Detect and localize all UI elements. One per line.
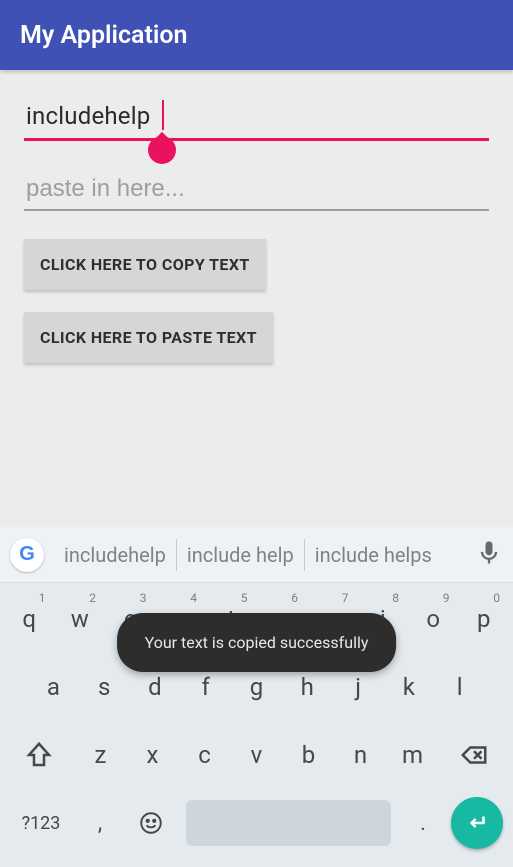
target-underline [24, 209, 489, 211]
target-field[interactable] [24, 169, 489, 211]
paste-button[interactable]: CLICK HERE TO PASTE TEXT [24, 312, 273, 363]
content-area: includehelp CLICK HERE TO COPY TEXT CLIC… [0, 70, 513, 363]
period-key[interactable]: . [403, 795, 443, 851]
symbols-key[interactable]: ?123 [10, 795, 72, 851]
key-x[interactable]: x [129, 727, 175, 783]
text-caret [162, 100, 164, 130]
key-c[interactable]: c [181, 727, 227, 783]
emoji-key[interactable] [128, 795, 174, 851]
key-k[interactable]: k [386, 659, 431, 715]
key-m[interactable]: m [390, 727, 436, 783]
suggestion-list: includehelp include help include helps [54, 527, 465, 582]
toast-message: Your text is copied successfully [117, 613, 397, 672]
suggestion-bar: G includehelp include help include helps [0, 527, 513, 583]
key-b[interactable]: b [286, 727, 332, 783]
copy-button[interactable]: CLICK HERE TO COPY TEXT [24, 239, 266, 290]
key-n[interactable]: n [338, 727, 384, 783]
google-icon[interactable]: G [10, 538, 44, 572]
app-title: My Application [20, 21, 187, 50]
soft-keyboard: G includehelp include help include helps… [0, 527, 513, 867]
key-a[interactable]: a [31, 659, 76, 715]
source-input[interactable] [24, 98, 489, 138]
source-field[interactable]: includehelp [24, 98, 489, 141]
shift-key[interactable] [7, 727, 71, 783]
comma-key[interactable]: , [80, 795, 120, 851]
suggestion-3[interactable]: include helps [304, 539, 442, 571]
target-input[interactable] [24, 169, 489, 209]
key-row-bottom: ?123 , . [4, 795, 509, 861]
app-bar: My Application [0, 0, 513, 70]
mic-icon[interactable] [475, 539, 503, 571]
space-key[interactable] [186, 800, 391, 846]
key-w[interactable]: w2 [58, 591, 103, 647]
enter-key[interactable] [451, 797, 503, 849]
key-s[interactable]: s [82, 659, 127, 715]
backspace-key[interactable] [442, 727, 506, 783]
source-underline [24, 138, 489, 141]
key-o[interactable]: o9 [411, 591, 456, 647]
key-row-3: z x c v b n m [4, 727, 509, 783]
suggestion-1[interactable]: includehelp [54, 539, 176, 571]
caret-handle[interactable] [148, 136, 176, 164]
key-q[interactable]: q1 [7, 591, 52, 647]
key-l[interactable]: l [437, 659, 482, 715]
key-p[interactable]: p0 [462, 591, 507, 647]
key-v[interactable]: v [233, 727, 279, 783]
suggestion-2[interactable]: include help [176, 539, 304, 571]
key-z[interactable]: z [77, 727, 123, 783]
